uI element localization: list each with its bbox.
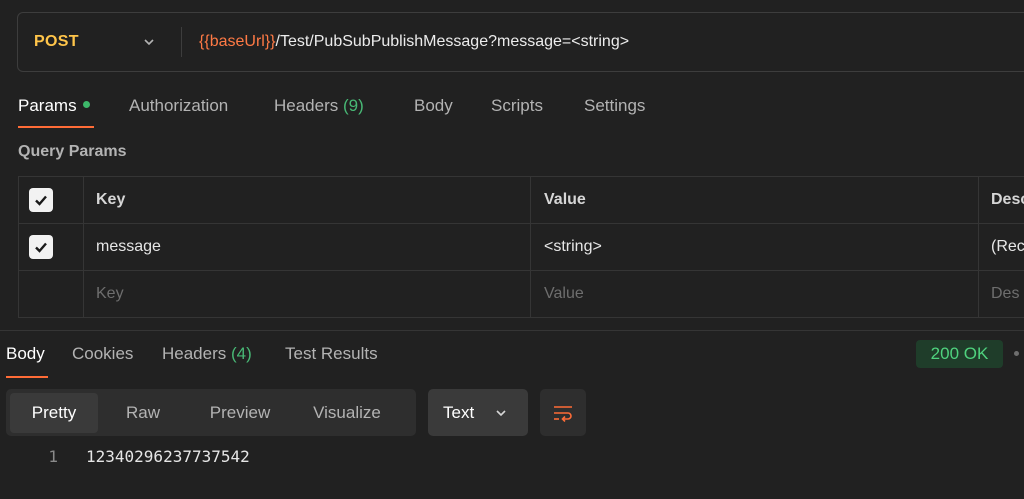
view-pretty-button[interactable]: Pretty	[10, 392, 98, 433]
select-all-checkbox[interactable]	[29, 188, 53, 212]
chevron-down-icon	[144, 39, 154, 46]
param-checkbox[interactable]	[29, 235, 53, 259]
url-variable: {{baseUrl}}	[199, 33, 276, 50]
header-description: Desc	[978, 177, 1024, 223]
table-row: message <string> (Rec	[18, 224, 1024, 271]
line-number: 1	[48, 446, 58, 466]
resp-tab-cookies-label: Cookies	[72, 344, 134, 363]
tab-headers[interactable]: Headers (9)	[274, 92, 414, 128]
header-key: Key	[83, 177, 530, 223]
param-value-field[interactable]: <string>	[530, 224, 978, 270]
query-params-title: Query Params	[18, 143, 127, 160]
wrap-lines-icon	[554, 405, 572, 422]
separator-dot	[1014, 351, 1019, 356]
response-body-text[interactable]: 12340296237737542	[58, 447, 250, 466]
response-tabs: Body Cookies Headers (4) Test Results	[6, 340, 395, 378]
row-checkbox-cell	[18, 224, 83, 270]
check-icon	[35, 242, 47, 253]
new-value-field[interactable]: Value	[530, 271, 978, 317]
resp-tab-headers-label: Headers	[162, 344, 227, 363]
request-url-bar: POST {{baseUrl}}/Test/PubSubPublishMessa…	[17, 12, 1024, 72]
view-mode-bar: Pretty Raw Preview Visualize	[6, 389, 416, 436]
table-row-empty: Key Value Des	[18, 271, 1024, 318]
tab-body[interactable]: Body	[414, 92, 491, 128]
table-header-row: Key Value Desc	[18, 177, 1024, 224]
resp-tab-headers-count: (4)	[231, 344, 252, 363]
resp-tab-test-results-label: Test Results	[285, 344, 378, 363]
param-key-field[interactable]: message	[83, 224, 530, 270]
status-badge[interactable]: 200 OK	[916, 340, 1003, 368]
tab-params[interactable]: Params	[18, 92, 94, 128]
url-path: /Test/PubSubPublishMessage?message=<stri…	[275, 33, 630, 50]
response-divider	[0, 330, 1024, 331]
tab-params-label: Params	[18, 96, 77, 115]
request-tabs: Params Authorization Headers (9) Body Sc…	[18, 92, 664, 132]
method-selector[interactable]: POST	[18, 13, 178, 71]
view-visualize-button[interactable]: Visualize	[292, 393, 402, 433]
view-preview-button[interactable]: Preview	[188, 393, 292, 433]
resp-tab-test-results[interactable]: Test Results	[285, 340, 395, 378]
chevron-down-icon	[496, 410, 506, 417]
tab-scripts-label: Scripts	[491, 96, 543, 115]
tab-authorization[interactable]: Authorization	[129, 92, 274, 128]
format-label: Text	[443, 402, 475, 422]
check-icon	[35, 195, 47, 206]
wrap-lines-button[interactable]	[540, 389, 586, 436]
url-input[interactable]: {{baseUrl}}/Test/PubSubPublishMessage?me…	[182, 33, 629, 51]
header-checkbox-cell	[18, 177, 83, 223]
params-active-dot	[82, 101, 90, 109]
view-raw-button[interactable]: Raw	[98, 393, 188, 433]
new-key-field[interactable]: Key	[83, 271, 530, 317]
param-description-field[interactable]: (Rec	[978, 224, 1024, 270]
method-label: POST	[34, 33, 79, 50]
empty-checkbox-cell	[18, 271, 83, 317]
tab-headers-count: (9)	[343, 96, 364, 115]
resp-tab-body-label: Body	[6, 344, 45, 363]
resp-tab-cookies[interactable]: Cookies	[72, 340, 162, 378]
response-body-line: 1 12340296237737542	[0, 444, 1024, 468]
new-description-field[interactable]: Des	[978, 271, 1024, 317]
tab-settings-label: Settings	[584, 96, 646, 115]
header-value: Value	[530, 177, 978, 223]
resp-tab-headers[interactable]: Headers (4)	[162, 340, 285, 378]
tab-body-label: Body	[414, 96, 453, 115]
query-params-table: Key Value Desc message <string> (Rec Key…	[18, 176, 1024, 318]
tab-authorization-label: Authorization	[129, 96, 229, 115]
tab-scripts[interactable]: Scripts	[491, 92, 584, 128]
tab-settings[interactable]: Settings	[584, 92, 664, 128]
resp-tab-body[interactable]: Body	[6, 340, 48, 378]
format-dropdown[interactable]: Text	[428, 389, 528, 436]
tab-headers-label: Headers	[274, 96, 339, 115]
